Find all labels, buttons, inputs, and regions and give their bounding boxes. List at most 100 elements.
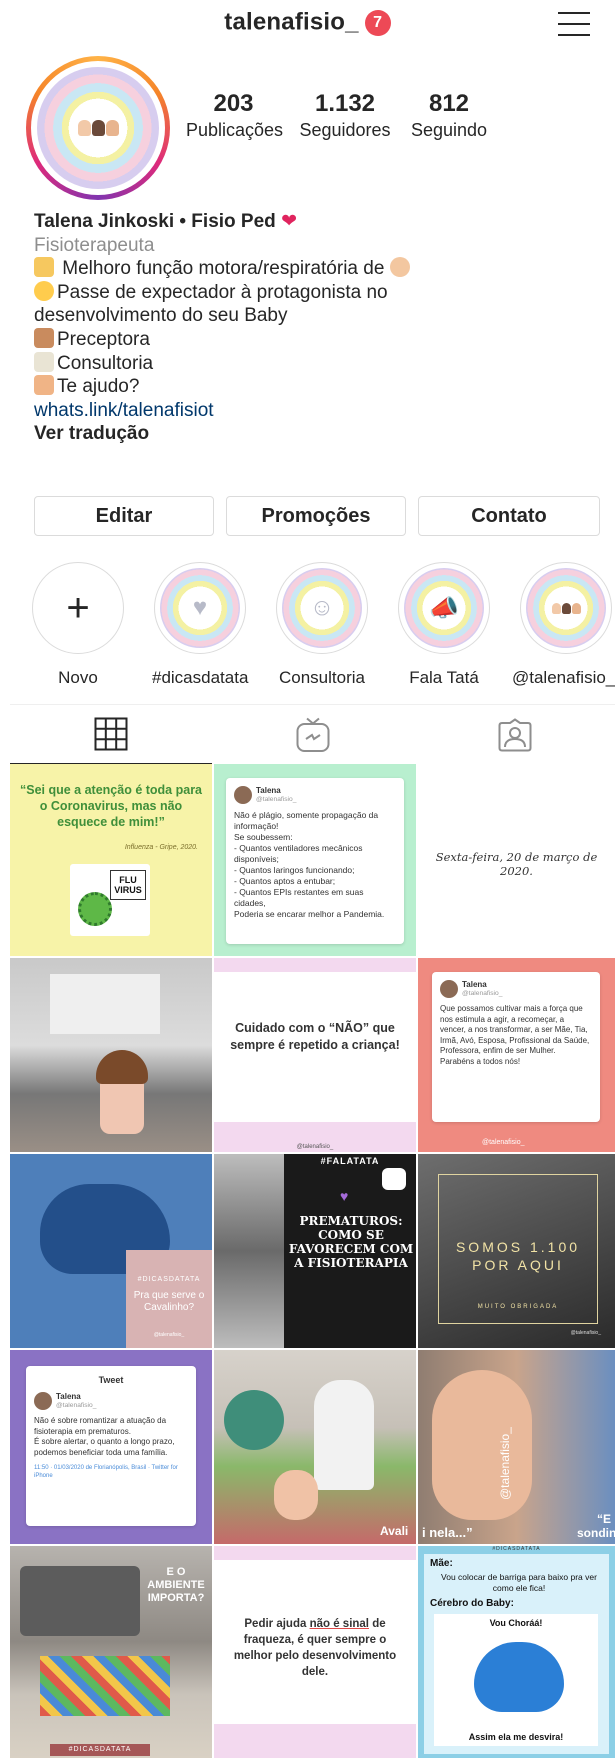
post-tag: #FALATATA [320,1156,380,1166]
profile-stats: 203 Publicações 1.132 Seguidores 812 Seg… [186,90,606,150]
megaphone-icon: 📣 [404,568,484,648]
stat-following[interactable]: 812 Seguindo [406,90,492,142]
highlight-fala-tata[interactable]: 📣 Fala Tatá [396,562,492,688]
avatar[interactable] [26,56,170,200]
kids-icon [526,568,606,648]
bio-line: desenvolvimento do seu Baby [34,305,288,327]
profile-bio: Talena Jinkoski • Fisio Ped ❤ Fisioterap… [34,210,594,446]
bio-line: Te ajudo? [34,375,594,399]
pointing-down-emoji-icon [34,375,54,396]
post-thumbnail[interactable]: Cuidado com o “NÃO” que sempre é repetid… [214,958,416,1152]
bio-line: Melhoro função motora/respiratória de [34,257,594,281]
post-caption: MUITO OBRIGADA [477,1304,559,1310]
stat-followers[interactable]: 1.132 Seguidores [292,90,398,142]
baby-emoji-icon [389,257,410,278]
post-text: Pra que serve o Cavalinho? [133,1290,205,1313]
post-thumbnail[interactable]: #FALATATA ♥ PREMATUROS: COMO SE FAVORECE… [214,1154,416,1348]
therapy-ball [224,1390,284,1450]
profile-name: Talena Jinkoski • Fisio Ped [34,211,276,232]
stat-posts[interactable]: 203 Publicações [186,90,284,142]
bio-link[interactable]: whats.link/talenafisiot [34,399,594,423]
post-thumbnail[interactable]: Talena @talenafisio_ Que possamos cultiva… [418,958,615,1152]
memo-emoji-icon [34,351,54,372]
avatar [34,1392,52,1410]
projection-screen [50,974,160,1034]
post-caption: @talenafisio_ [570,1330,601,1336]
translate-link[interactable]: Ver tradução [34,422,594,446]
tweet-title: Tweet [98,1375,124,1385]
post-thumbnail[interactable]: Talena @talenafisio_ Não é plágio, soment… [214,764,416,956]
notification-badge: 7 [364,9,391,36]
tweet-text: Que possamos cultivar mais a força que n… [440,1004,590,1066]
tweet-card: Talena @talenafisio_ Não é plágio, soment… [226,778,404,944]
contact-button[interactable]: Contato [418,496,600,536]
brain-toy-image [474,1642,564,1712]
tab-tagged[interactable] [414,705,615,765]
avatar [440,980,458,998]
toys-image [40,1656,170,1716]
posts-label: Publicações [186,120,284,140]
highlight-label: Fala Tatá [409,668,479,687]
post-thumbnail[interactable]: #DICASDATATA Pra que serve o Cavalinho? … [10,1154,212,1348]
post-text: Sexta-feira, 20 de março de 2020. [435,850,598,878]
post-thumbnail[interactable]: E O AMBIENTE IMPORTA? #DICASDATATA [10,1546,212,1758]
highlight-consultoria[interactable]: ☺ Consultoria [274,562,370,688]
post-text: Cérebro do Baby: [430,1598,514,1609]
highlight-new[interactable]: + Novo [30,562,126,688]
post-grid: “Sei que a atenção é toda para o Coronav… [10,764,615,1758]
tweet-card: Tweet Talena @talenafisio_ Não é sobre ro… [26,1366,196,1526]
kids-icon [77,120,119,136]
post-text: Pedir ajuda não é sinal de fraqueza, é q… [233,1618,397,1678]
flu-virus-illustration: FLU VIRUS [70,864,150,936]
following-count: 812 [428,90,470,117]
tweet-meta: 11:50 · 01/03/2020 de Florianópolis, Bra… [34,1465,178,1479]
tab-grid[interactable] [10,705,212,765]
tweet-text: Não é sobre romantizar a atuação da fisi… [34,1416,175,1457]
profile-page: talenafisio_ 7 203 Publicações 1.132 Segu… [0,0,615,1758]
highlight-label: Consultoria [279,668,365,687]
post-text: “Sei que a atenção é toda para o Coronav… [20,783,203,829]
igtv-icon [382,1168,406,1190]
post-tag: #DICASDATATA [137,1276,201,1283]
tab-igtv[interactable] [212,705,414,765]
highlight-label: #dicasdatata [152,668,249,687]
chart-emoji-icon [34,257,54,278]
post-text: E O AMBIENTE IMPORTA? [147,1566,205,1604]
highlight-label: Novo [58,668,98,687]
sofa-image [20,1566,140,1636]
post-tag: #DICASDATATA [50,1744,150,1756]
highlight-talenafisio[interactable]: @talenafisio_ [512,562,615,688]
child-image [432,1370,532,1520]
heart-icon: ♥ [340,1188,349,1204]
post-thumbnail[interactable]: SOMOS 1.100 POR AQUI MUITO OBRIGADA @tal… [418,1154,615,1348]
post-text: Cuidado com o “NÃO” que sempre é repetid… [230,1021,400,1052]
baby-image [274,1470,318,1520]
plus-icon: + [38,568,118,648]
post-thumbnail[interactable] [10,958,212,1152]
post-thumbnail[interactable]: Tweet Talena @talenafisio_ Não é sobre ro… [10,1350,212,1544]
username-title[interactable]: talenafisio_ 7 [0,8,615,37]
promotions-button[interactable]: Promoções [226,496,406,536]
following-label: Seguindo [410,120,488,140]
post-thumbnail[interactable]: “Sei que a atenção é toda para o Coronav… [10,764,212,956]
post-text: PREMATUROS: COMO SE FAVORECEM COM A FISI… [288,1214,414,1270]
post-thumbnail[interactable]: Pedir ajuda não é sinal de fraqueza, é q… [214,1546,416,1758]
post-caption: @talenafisio_ [296,1144,334,1150]
post-thumbnail[interactable]: Sexta-feira, 20 de março de 2020. [418,764,615,956]
highlight-dicasdatata[interactable]: ♥ #dicasdatata [152,562,248,688]
highlight-label: @talenafisio_ [512,668,615,687]
tweet-card: Talena @talenafisio_ Que possamos cultiva… [432,972,600,1122]
menu-icon[interactable] [558,12,590,38]
post-text: Vou Choráá! [489,1618,543,1628]
post-caption: Influenza - Gripe, 2020. [124,844,198,851]
post-thumbnail[interactable]: #DICASDATATA Mãe: Vou colocar de barriga… [418,1546,615,1758]
post-thumbnail[interactable]: @talenafisio_ i nela...” “E sondin [418,1350,615,1544]
followers-label: Seguidores [299,120,391,140]
edit-button[interactable]: Editar [34,496,214,536]
video-caption: i nela...” [422,1525,473,1540]
post-thumbnail[interactable]: Avali [214,1350,416,1544]
bio-line: Preceptora [34,327,594,352]
star-struck-emoji-icon [34,280,54,301]
post-tag: #DICASDATATA [492,1546,541,1552]
bio-line: Passe de expectador à protagonista no [34,280,594,305]
